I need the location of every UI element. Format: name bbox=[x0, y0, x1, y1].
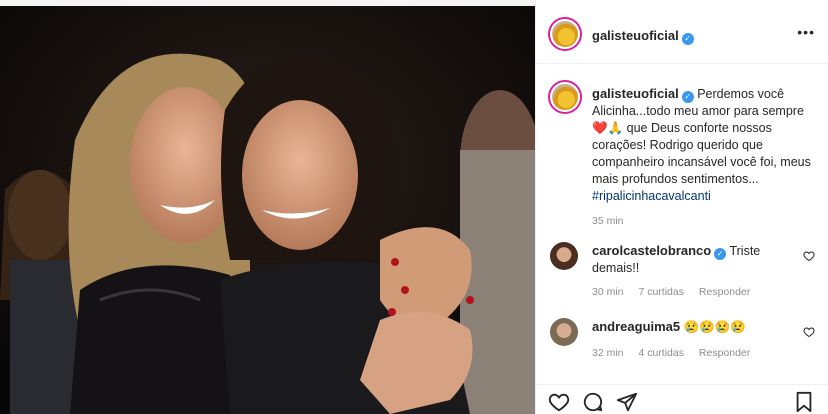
comment-body: carolcastelobranco ✓ Triste demais!! bbox=[592, 242, 782, 277]
caption-emojis: ❤️🙏 bbox=[592, 121, 624, 135]
caption-avatar[interactable] bbox=[548, 80, 582, 114]
comment-meta: 30 min 7 curtidas Responder bbox=[592, 286, 762, 298]
comment-time[interactable]: 30 min bbox=[592, 286, 624, 298]
comment-avatar[interactable] bbox=[550, 318, 578, 346]
caption-hashtag[interactable]: #ripalicinhacavalcanti bbox=[592, 189, 711, 203]
comment-username[interactable]: carolcastelobranco bbox=[592, 243, 711, 258]
comment-body: andreaguima5 😢😢😢😢 bbox=[592, 318, 782, 336]
comment-item: carolcastelobranco ✓ Triste demais!! 30 m… bbox=[550, 242, 815, 302]
comment-likes[interactable]: 7 curtidas bbox=[638, 286, 684, 298]
caption-username[interactable]: galisteuoficial bbox=[592, 86, 679, 101]
more-horizontal-icon[interactable]: ••• bbox=[797, 24, 815, 40]
bookmark-icon[interactable] bbox=[793, 391, 815, 413]
comment-reply-button[interactable]: Responder bbox=[699, 286, 750, 298]
comment-username[interactable]: andreaguima5 bbox=[592, 319, 680, 334]
comment-text: 😢😢😢😢 bbox=[683, 320, 746, 334]
comment-meta: 32 min 4 curtidas Responder bbox=[592, 347, 762, 359]
comment-likes[interactable]: 4 curtidas bbox=[638, 347, 684, 359]
share-icon[interactable] bbox=[616, 391, 638, 413]
caption-text-2: que Deus conforte nossos corações! Rodri… bbox=[592, 121, 811, 186]
photo-scene bbox=[0, 0, 535, 414]
comment-like-heart-icon[interactable] bbox=[803, 250, 815, 262]
post-header: galisteuoficial ✓ ••• bbox=[536, 6, 828, 64]
caption-time[interactable]: 35 min bbox=[592, 213, 814, 230]
top-strip bbox=[0, 0, 535, 6]
author-username[interactable]: galisteuoficial bbox=[592, 28, 679, 43]
comment-time[interactable]: 32 min bbox=[592, 347, 624, 359]
comment-reply-button[interactable]: Responder bbox=[699, 347, 750, 359]
action-bar bbox=[536, 384, 828, 414]
verified-badge-icon: ✓ bbox=[681, 33, 694, 45]
comment-item: andreaguima5 😢😢😢😢 32 min 4 curtidas Resp… bbox=[550, 318, 815, 368]
comment-verified-badge-icon: ✓ bbox=[714, 248, 727, 260]
author-name-row: galisteuoficial ✓ bbox=[592, 27, 694, 45]
caption-verified-badge-icon: ✓ bbox=[681, 91, 694, 103]
comment-avatar[interactable] bbox=[550, 242, 578, 270]
post-side-panel: galisteuoficial ✓ ••• galisteuoficial ✓ Pe… bbox=[535, 0, 828, 414]
comment-icon[interactable] bbox=[582, 391, 604, 413]
post-photo[interactable] bbox=[0, 0, 535, 414]
author-avatar[interactable] bbox=[548, 17, 582, 51]
heart-icon[interactable] bbox=[548, 391, 570, 413]
comment-like-heart-icon[interactable] bbox=[803, 326, 815, 338]
post-caption: galisteuoficial ✓ Perdemos você Alicinha.… bbox=[592, 85, 814, 230]
